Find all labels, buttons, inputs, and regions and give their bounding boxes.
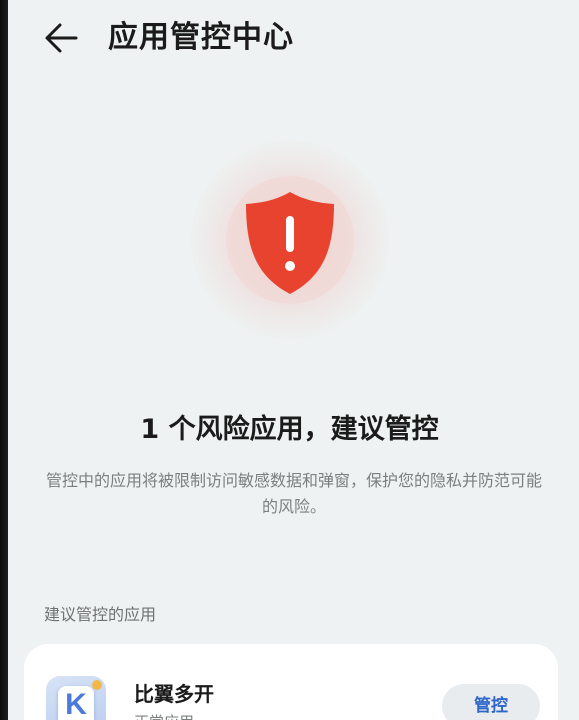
section-label: 建议管控的应用 (44, 605, 157, 624)
app-icon-glyph: K (58, 686, 94, 720)
page-title: 应用管控中心 (108, 20, 294, 55)
risk-headline: 1 个风险应用，建议管控 (140, 414, 439, 445)
app-control-center-screen: 应用管控中心 1 个风险应用，建议管控 管控中的应用将被限制访问敏感数据和弹窗，… (0, 0, 579, 720)
biyi-duokai-app-icon: K (46, 676, 106, 720)
back-button[interactable] (42, 18, 82, 58)
manage-button[interactable]: 管控 (442, 684, 540, 720)
risk-status-graphic (190, 140, 390, 340)
app-name: 比翼多开 (134, 682, 214, 706)
header: 应用管控中心 (8, 0, 579, 78)
risk-description: 管控中的应用将被限制访问敏感数据和弹窗，保护您的隐私并防范可能的风险。 (45, 471, 542, 516)
app-icon-badge (92, 680, 102, 690)
shield-alert-icon (246, 192, 334, 294)
arrow-left-icon (45, 23, 78, 53)
device-edge (0, 0, 8, 720)
app-list-item[interactable]: K 比翼多开 正常应用 管控 (24, 644, 558, 720)
app-status: 正常应用 (134, 712, 194, 720)
